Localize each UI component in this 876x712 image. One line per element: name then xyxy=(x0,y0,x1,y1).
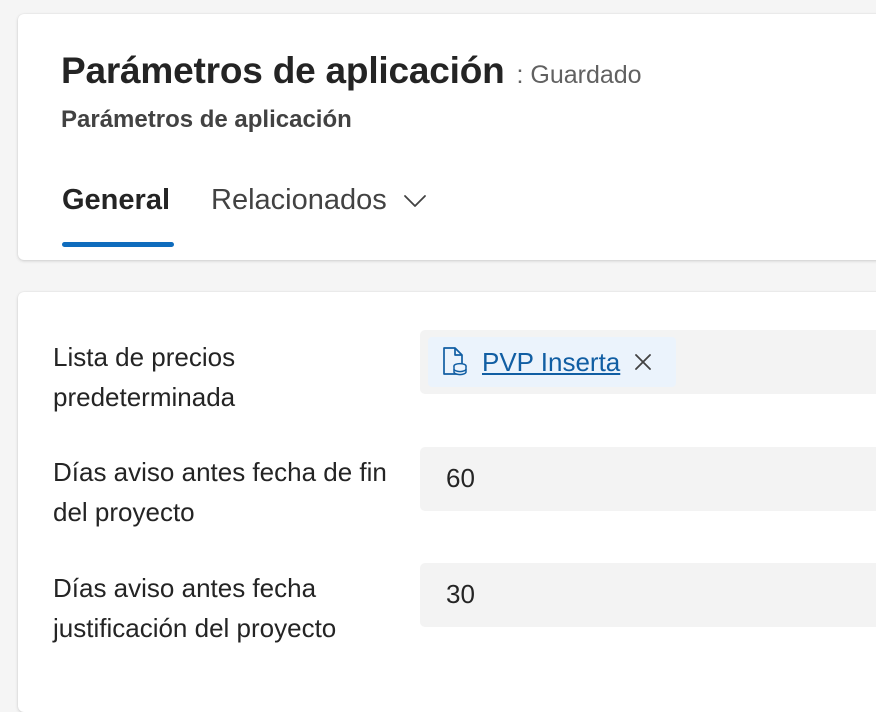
price-list-lookup[interactable]: PVP Inserta xyxy=(420,330,876,394)
form-section: Lista de precios predeterminada PVP Inse… xyxy=(18,292,876,712)
tab-general[interactable]: General xyxy=(62,184,170,217)
days-before-end-input[interactable]: 60 xyxy=(420,447,876,511)
page-title: Parámetros de aplicación xyxy=(61,50,505,91)
days-before-justification-value: 30 xyxy=(446,579,475,609)
price-list-label: Lista de precios predeterminada xyxy=(53,342,236,412)
price-list-icon xyxy=(440,346,470,378)
days-before-end-value: 60 xyxy=(446,463,475,493)
selected-tab-indicator xyxy=(62,242,174,247)
chevron-down-icon xyxy=(403,194,427,208)
header-card: Parámetros de aplicación : Guardado Pará… xyxy=(18,14,876,260)
price-list-tag: PVP Inserta xyxy=(428,337,676,387)
price-list-link[interactable]: PVP Inserta xyxy=(482,347,620,378)
close-icon[interactable] xyxy=(634,353,652,371)
days-before-end-label: Días aviso antes fecha de fin del proyec… xyxy=(53,457,387,527)
days-before-justification-label: Días aviso antes fecha justificación del… xyxy=(53,573,337,643)
tab-general-label: General xyxy=(62,184,170,216)
save-status: : Guardado xyxy=(516,61,642,89)
tab-list: General Relacionados xyxy=(62,184,427,217)
days-before-justification-input[interactable]: 30 xyxy=(420,563,876,627)
tab-related-label: Relacionados xyxy=(211,184,387,216)
entity-subtitle: Parámetros de aplicación xyxy=(61,106,352,133)
title-row: Parámetros de aplicación : Guardado xyxy=(61,50,642,92)
tab-related[interactable]: Relacionados xyxy=(211,184,427,217)
